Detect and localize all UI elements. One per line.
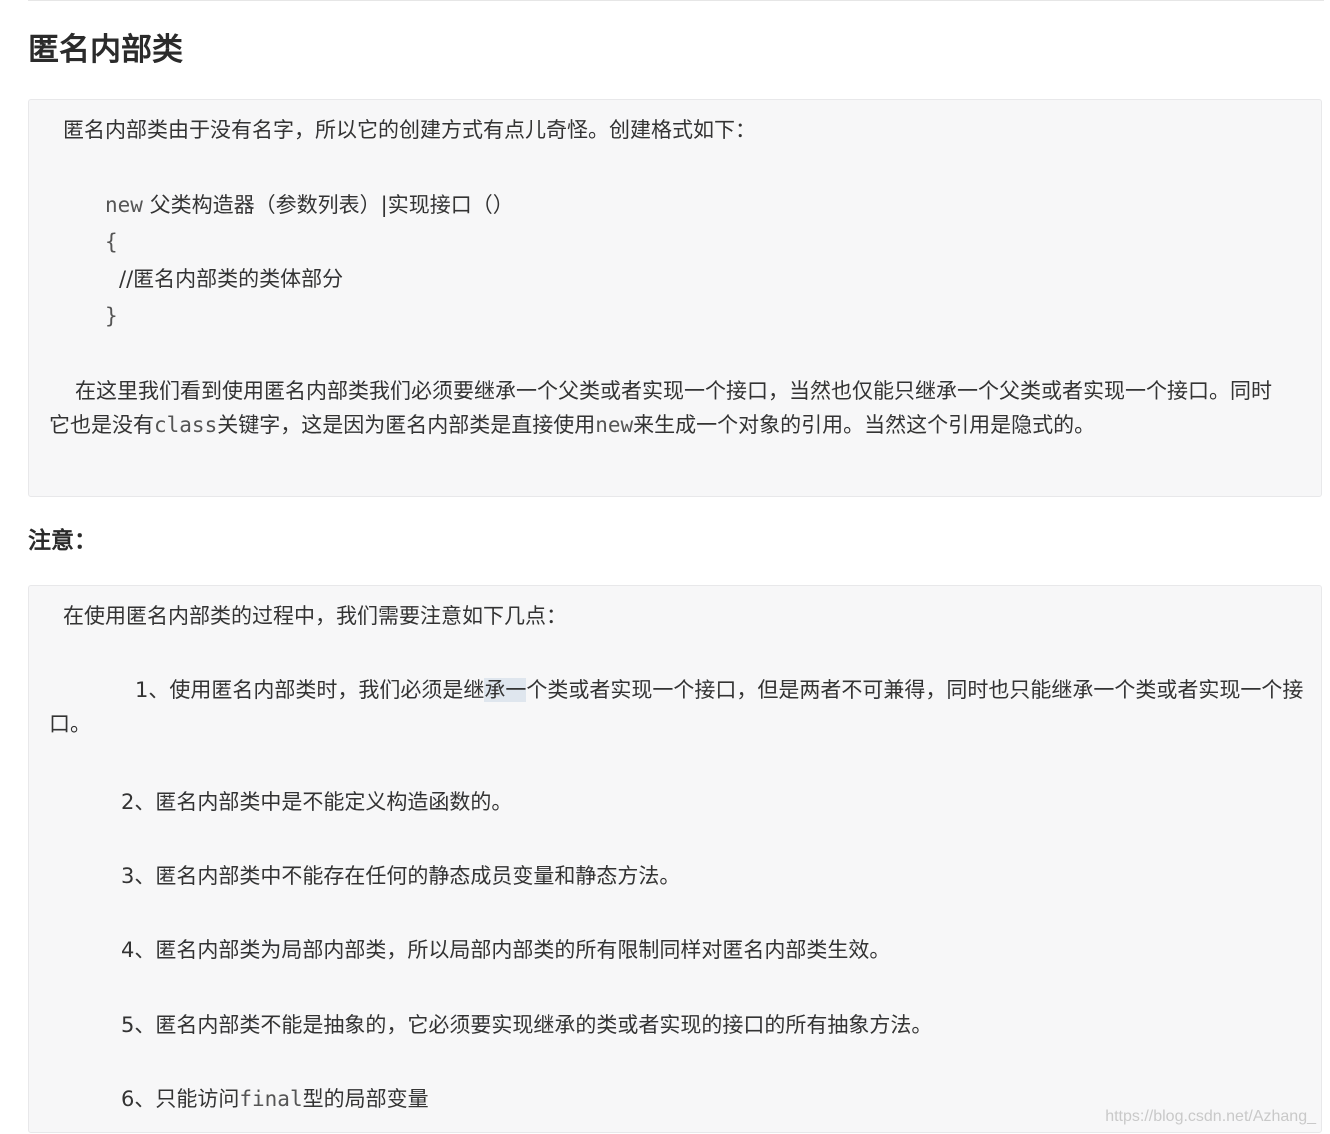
inline-code-class: class: [154, 413, 218, 437]
inline-code-final: final: [239, 1087, 303, 1111]
note-item-2: 2、匿名内部类中是不能定义构造函数的。: [121, 790, 513, 814]
watermark: https://blog.csdn.net/Azhang_: [1105, 1108, 1316, 1125]
code-line-1-rest: 父类构造器（参数列表）|实现接口（）: [149, 193, 514, 217]
note-item-1: 1、使用匿名内部类时，我们必须是继承一个类或者实现一个接口，但是两者不可兼得，同…: [49, 673, 1311, 741]
note-item-6-text-b: 型的局部变量: [302, 1087, 429, 1111]
code-line-3: //匿名内部类的类体部分: [119, 267, 344, 291]
code-line-2: {: [105, 230, 118, 254]
note-item-6: 6、只能访问final型的局部变量: [121, 1082, 429, 1116]
note-item-1-text-a: 1、使用匿名内部类时，我们必须是继: [135, 678, 485, 702]
syntax-blockquote: 匿名内部类由于没有名字，所以它的创建方式有点儿奇怪。创建格式如下： new 父类…: [28, 99, 1322, 497]
top-divider: [28, 0, 1324, 1]
note-item-4: 4、匿名内部类为局部内部类，所以局部内部类的所有限制同样对匿名内部类生效。: [121, 938, 891, 962]
notes-blockquote: 在使用匿名内部类的过程中，我们需要注意如下几点： 1、使用匿名内部类时，我们必须…: [28, 585, 1322, 1133]
intro-text: 匿名内部类由于没有名字，所以它的创建方式有点儿奇怪。创建格式如下：: [63, 118, 756, 142]
note-item-3: 3、匿名内部类中不能存在任何的静态成员变量和静态方法。: [121, 864, 681, 888]
explanation-text-2: 关键字，这是因为匿名内部类是直接使用: [217, 413, 596, 437]
note-item-6-text-a: 6、只能访问: [121, 1087, 240, 1111]
code-line-4: }: [105, 304, 118, 328]
notes-intro: 在使用匿名内部类的过程中，我们需要注意如下几点：: [63, 604, 567, 628]
explanation-text-3: 来生成一个对象的引用。当然这个引用是隐式的。: [633, 413, 1096, 437]
note-item-5: 5、匿名内部类不能是抽象的，它必须要实现继承的类或者实现的接口的所有抽象方法。: [121, 1013, 933, 1037]
explanation-paragraph: 在这里我们看到使用匿名内部类我们必须要继承一个父类或者实现一个接口，当然也仅能只…: [49, 374, 1289, 442]
code-line-1: new 父类构造器（参数列表）|实现接口（）: [105, 188, 514, 222]
code-keyword-new: new: [105, 193, 143, 217]
text-selection-highlight: 承一: [484, 678, 527, 702]
section-title: 匿名内部类: [28, 32, 183, 68]
inline-code-new: new: [595, 413, 634, 437]
note-heading: 注意：: [28, 528, 97, 554]
